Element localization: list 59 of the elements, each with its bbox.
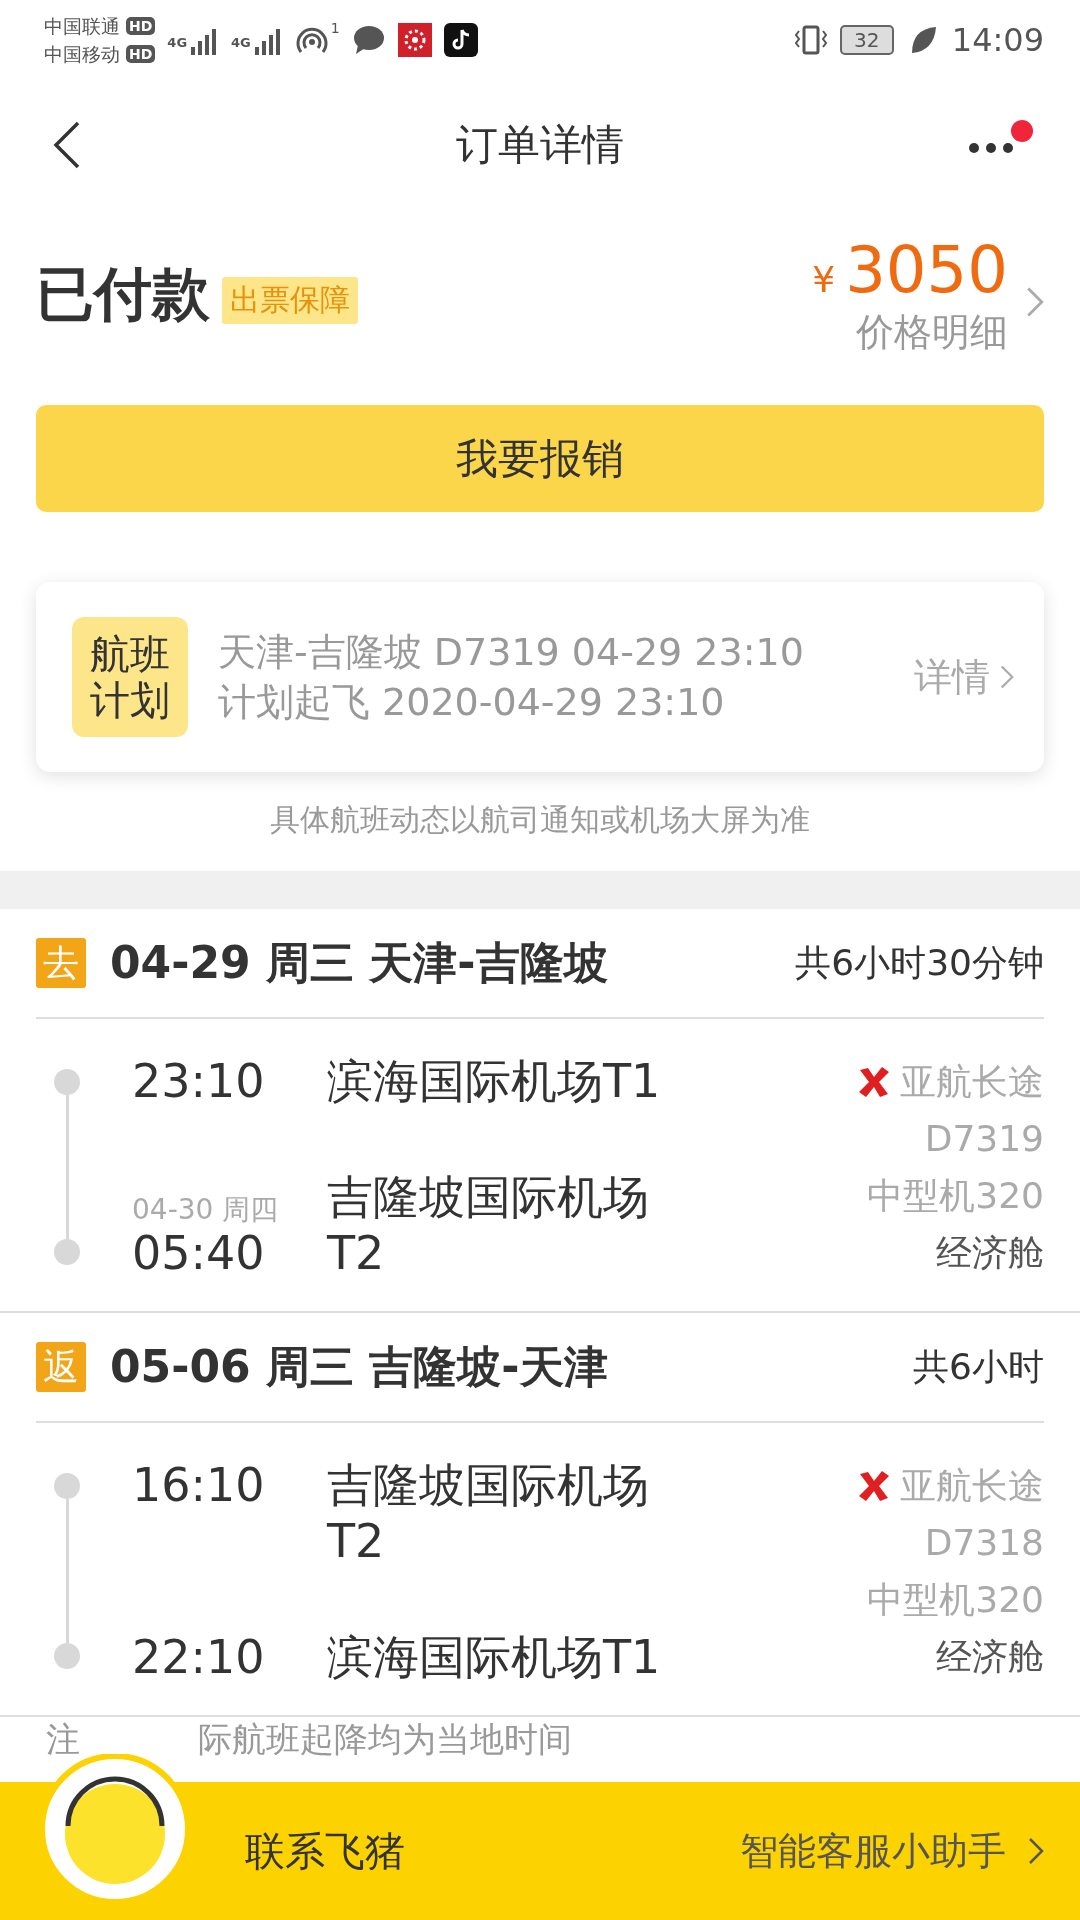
arrival-airport: 滨海国际机场T1 xyxy=(327,1629,662,1685)
timeline-dot xyxy=(54,1643,80,1669)
flight-plan-badge: 航班计划 xyxy=(72,617,188,737)
flight-number: D7319 xyxy=(924,1117,1044,1161)
hotspot-count: 1 xyxy=(330,20,340,36)
network-type: 4G xyxy=(167,35,188,50)
leg-title: 04-29 周三 天津-吉隆坡 xyxy=(110,935,608,990)
carrier-name: 中国联通 xyxy=(44,14,120,39)
total-price: 3050 xyxy=(845,232,1008,307)
arrival-date: 04-30 周四 xyxy=(132,1195,280,1225)
assistant-link[interactable]: 智能客服小助手 xyxy=(740,1825,1044,1877)
reimburse-button[interactable]: 我要报销 xyxy=(36,405,1044,512)
flight-plan-text: 天津-吉隆坡 D7319 04-29 23:10 xyxy=(218,629,804,675)
price-detail-link[interactable]: 价格明细 xyxy=(856,306,1008,358)
aircraft-type: 中型机320 xyxy=(867,1174,1044,1218)
aircraft-type: 中型机320 xyxy=(867,1578,1044,1622)
ticket-guarantee-tag: 出票保障 xyxy=(222,276,358,324)
order-status: 已付款 xyxy=(36,259,210,330)
cabin-class: 经济舱 xyxy=(936,1635,1044,1679)
arrival-time: 22:10 xyxy=(132,1629,266,1685)
vibrate-icon xyxy=(793,23,828,57)
hd-badge: HD xyxy=(126,17,156,35)
contact-button[interactable]: 联系飞猪 xyxy=(245,1823,405,1879)
local-time-note: 注 xyxy=(46,1718,80,1761)
direction-badge: 返 xyxy=(36,1342,86,1392)
timeline-dot xyxy=(54,1069,80,1095)
leg-duration: 共6小时30分钟 xyxy=(795,940,1044,985)
arrival-time: 05:40 xyxy=(132,1225,266,1281)
airline-name: 亚航长途 xyxy=(900,1464,1044,1508)
airline-name: 亚航长途 xyxy=(900,1060,1044,1104)
timeline-dot xyxy=(54,1473,80,1499)
chat-bubble-icon xyxy=(351,23,386,57)
flight-status-note: 具体航班动态以航司通知或机场大屏为准 xyxy=(269,801,811,839)
flight-plan-text: 计划起飞 2020-04-29 23:10 xyxy=(218,679,726,725)
back-icon[interactable] xyxy=(52,120,82,170)
leg-title: 05-06 周三 吉隆坡-天津 xyxy=(110,1339,608,1394)
chevron-right-icon xyxy=(1026,286,1044,318)
arrival-airport: 吉隆坡国际机场T2 xyxy=(327,1169,650,1281)
departure-time: 23:10 xyxy=(132,1053,266,1109)
battery-level: 32 xyxy=(839,25,894,55)
network-type: 4G xyxy=(231,35,251,50)
departure-airport: 滨海国际机场T1 xyxy=(327,1053,662,1109)
clock-time: 14:09 xyxy=(951,21,1044,59)
currency-symbol: ¥ xyxy=(812,258,836,300)
page-title: 订单详情 xyxy=(456,119,624,171)
cabin-class: 经济舱 xyxy=(936,1231,1044,1275)
local-time-note: 际航班起降均为当地时间 xyxy=(198,1718,572,1761)
leg-duration: 共6小时 xyxy=(913,1344,1044,1389)
departure-time: 16:10 xyxy=(132,1457,266,1513)
departure-airport: 吉隆坡国际机场T2 xyxy=(327,1457,650,1569)
carrier-name: 中国移动 xyxy=(44,42,120,67)
chevron-right-icon xyxy=(1028,1836,1044,1866)
direction-badge: 去 xyxy=(36,938,86,988)
timeline-dot xyxy=(54,1239,80,1265)
flight-number: D7318 xyxy=(924,1521,1044,1565)
hd-badge: HD xyxy=(126,45,156,63)
flower-app-icon xyxy=(397,23,432,57)
music-note-app-icon xyxy=(443,23,478,57)
chevron-right-icon xyxy=(1000,664,1014,690)
